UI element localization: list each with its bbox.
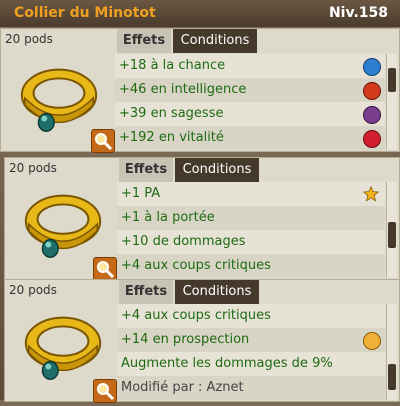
effects-scrollbar[interactable] (386, 182, 397, 278)
tab-effets[interactable]: Effets (119, 280, 173, 304)
fire-icon (363, 82, 381, 100)
water-icon (363, 58, 381, 76)
signature-text: Modifié par : Aznet (121, 380, 244, 395)
effect-row: +10 de dommages (117, 230, 385, 254)
item-panel-1: 20 pods Effets Conditions +18 à la chanc… (0, 28, 400, 153)
effect-row: +1 PA (117, 182, 385, 206)
effect-text: +10 de dommages (121, 234, 246, 249)
effect-text: +18 à la chance (119, 58, 226, 73)
item-name: Collier du Minotot (14, 5, 156, 21)
effect-row: +4 aux coups critiques (117, 254, 385, 278)
magnify-button[interactable] (93, 379, 117, 403)
effect-row: +14 en prospection (117, 328, 385, 352)
effect-text: +4 aux coups critiques (121, 308, 271, 323)
tab-effets[interactable]: Effets (117, 29, 171, 53)
item-level: Niv.158 (328, 5, 388, 21)
effect-text: +46 en intelligence (119, 82, 247, 97)
effect-row: Augmente les dommages de 9% (117, 352, 385, 376)
effect-row: +1 à la portée (117, 206, 385, 230)
effects-scrollbar[interactable] (386, 304, 397, 400)
tabs-bar: Effets Conditions (117, 29, 399, 53)
item-panel-3: 20 pods Effets Conditions +4 aux coups c… (4, 279, 400, 403)
effect-text: +1 à la portée (121, 210, 215, 225)
necklace-icon (24, 194, 102, 258)
effects-scrollbar[interactable] (386, 54, 397, 150)
magnify-button[interactable] (93, 257, 117, 281)
tabs-bar: Effets Conditions (119, 158, 399, 182)
scrollbar-thumb[interactable] (388, 222, 396, 248)
pods-label: 20 pods (9, 161, 57, 175)
scrollbar-thumb[interactable] (388, 68, 396, 92)
item-title-bar: Collier du Minotot Niv.158 (0, 0, 400, 27)
scrollbar-thumb[interactable] (388, 364, 396, 390)
effect-text: +192 en vitalité (119, 130, 224, 145)
effect-row: +4 aux coups critiques (117, 304, 385, 328)
effect-row: +39 en sagesse (115, 102, 385, 126)
prospecting-icon (363, 332, 381, 350)
star-icon (363, 186, 379, 202)
effect-text: Augmente les dommages de 9% (121, 356, 333, 371)
effect-row: +46 en intelligence (115, 78, 385, 102)
effects-list: +4 aux coups critiques +14 en prospectio… (117, 304, 385, 400)
necklace-icon (24, 316, 102, 380)
effects-list: +1 PA +1 à la portée +10 de dommages +4 … (117, 182, 385, 278)
pods-label: 20 pods (9, 283, 57, 297)
effect-row: +192 en vitalité (115, 126, 385, 150)
tab-conditions[interactable]: Conditions (175, 158, 259, 182)
magnifier-icon (97, 261, 115, 279)
magnify-button[interactable] (91, 129, 115, 153)
effect-text: +1 PA (121, 186, 161, 201)
tab-conditions[interactable]: Conditions (175, 280, 259, 304)
pods-label: 20 pods (5, 32, 53, 46)
heart-icon (363, 130, 381, 148)
effect-text: +14 en prospection (121, 332, 250, 347)
effect-row: +18 à la chance (115, 54, 385, 78)
effects-list: +18 à la chance +46 en intelligence +39 … (115, 54, 385, 150)
tab-conditions[interactable]: Conditions (173, 29, 257, 53)
necklace-icon (20, 68, 98, 132)
effect-text: +39 en sagesse (119, 106, 224, 121)
tabs-bar: Effets Conditions (119, 280, 399, 304)
signature-row: Modifié par : Aznet (117, 376, 385, 400)
magnifier-icon (95, 133, 113, 151)
item-panel-2: 20 pods Effets Conditions +1 PA +1 à la … (4, 157, 400, 281)
effect-text: +4 aux coups critiques (121, 258, 271, 273)
magnifier-icon (97, 383, 115, 401)
wisdom-icon (363, 106, 381, 124)
tab-effets[interactable]: Effets (119, 158, 173, 182)
